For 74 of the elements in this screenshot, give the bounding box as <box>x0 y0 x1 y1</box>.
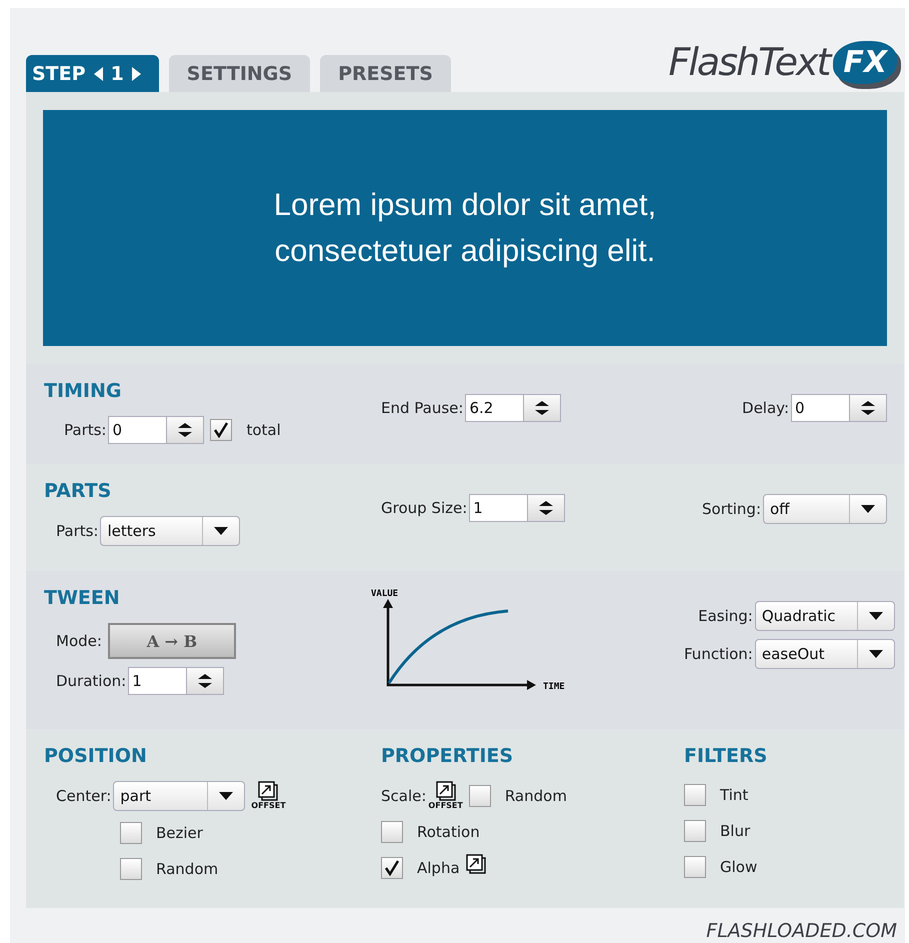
field-label: Group Size: <box>381 499 468 517</box>
section-title: FILTERS <box>684 745 768 767</box>
dropdown-arrow-icon <box>219 792 234 800</box>
number-stepper[interactable]: 1 <box>128 667 224 695</box>
dropdown[interactable]: letters <box>100 516 240 546</box>
checkbox-label: Blur <box>720 822 750 840</box>
checkbox[interactable] <box>381 857 403 879</box>
dropdown-arrow-icon <box>868 612 883 620</box>
preview-text: Lorem ipsum dolor sit amet, <box>274 186 656 224</box>
dropdown[interactable]: part <box>113 781 246 811</box>
checkbox-label: Rotation <box>417 823 480 841</box>
field-label: End Pause: <box>381 399 464 417</box>
section-title: TWEEN <box>44 587 120 609</box>
spinner-arrows-icon[interactable] <box>197 673 214 689</box>
checkbox-label: Tint <box>720 786 748 804</box>
field-label: Delay: <box>742 399 789 417</box>
offset-icon[interactable] <box>436 781 456 801</box>
right-arrow-icon[interactable] <box>132 66 141 80</box>
checkbox[interactable] <box>120 822 142 844</box>
number-stepper[interactable]: 1 <box>469 494 566 522</box>
checkbox-label: Random <box>156 860 218 878</box>
field-label: Parts: <box>64 421 106 439</box>
section-title: TIMING <box>44 380 122 402</box>
spinner-arrows-icon[interactable] <box>860 400 876 416</box>
spinner-arrows-icon[interactable] <box>538 500 554 516</box>
field-label: Parts: <box>56 522 98 540</box>
dropdown-arrow-icon <box>868 650 883 658</box>
axis-label: TIME <box>543 682 565 692</box>
field-label: Scale: <box>381 786 426 804</box>
checkbox[interactable] <box>684 820 706 842</box>
number-stepper[interactable]: 0 <box>791 394 887 422</box>
tab[interactable]: STEP 1 <box>26 55 159 92</box>
section-title: PARTS <box>44 480 112 502</box>
checkbox[interactable] <box>684 784 706 806</box>
checkbox-label: Bezier <box>156 824 203 842</box>
checkbox-label: Alpha <box>417 859 460 877</box>
checkbox[interactable] <box>684 856 706 878</box>
checkbox[interactable] <box>210 419 232 441</box>
spinner-arrows-icon[interactable] <box>177 422 194 438</box>
offset-caption: OFFSET <box>251 801 286 810</box>
dropdown[interactable]: easeOut <box>754 639 895 669</box>
field-label: Mode: <box>56 632 102 650</box>
offset-caption: OFFSET <box>428 801 463 810</box>
dropdown[interactable]: off <box>763 494 887 524</box>
field-label: Function: <box>684 645 753 663</box>
field-label: Easing: <box>698 607 753 625</box>
checkbox[interactable] <box>381 821 403 843</box>
axis-label: VALUE <box>371 589 398 599</box>
tab[interactable]: SETTINGS <box>168 55 310 92</box>
preview-text: consectetuer adipiscing elit. <box>274 232 656 270</box>
checkbox-label: total <box>246 421 281 439</box>
dropdown-arrow-icon <box>861 505 875 513</box>
checkbox[interactable] <box>468 784 491 806</box>
checkbox-label: Glow <box>720 858 758 876</box>
field-label: Center: <box>56 787 112 805</box>
number-stepper[interactable]: 6.2 <box>465 394 562 422</box>
field-label: Duration: <box>56 672 126 690</box>
offset-icon[interactable] <box>258 781 278 801</box>
step-number: 1 <box>110 62 124 84</box>
logo: FlashText FX <box>668 40 897 84</box>
section-title: POSITION <box>44 745 147 767</box>
spinner-arrows-icon[interactable] <box>534 400 550 416</box>
tab[interactable]: PRESETS <box>320 55 451 92</box>
dropdown-arrow-icon <box>214 527 228 535</box>
checkbox-label: Random <box>504 786 567 804</box>
mode-button[interactable]: A → B <box>108 623 236 659</box>
field-label: Sorting: <box>702 500 761 518</box>
website-link[interactable]: FLASHLOADED.COM <box>706 920 897 942</box>
section-title: PROPERTIES <box>381 745 514 767</box>
left-arrow-icon[interactable] <box>94 66 103 80</box>
offset-icon[interactable] <box>466 854 486 874</box>
checkbox[interactable] <box>120 858 142 880</box>
number-stepper[interactable]: 0 <box>108 416 204 444</box>
dropdown[interactable]: Quadratic <box>754 601 895 631</box>
